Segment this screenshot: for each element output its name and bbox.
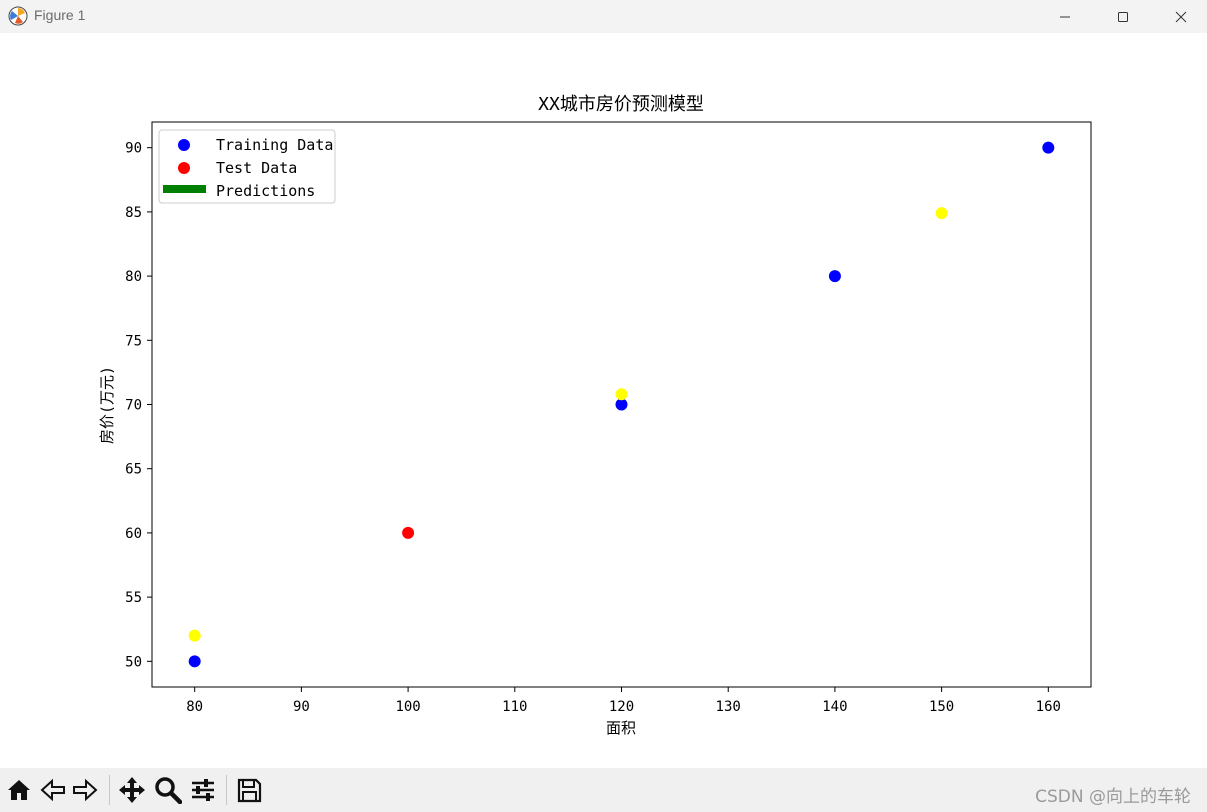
training-data-point xyxy=(615,398,628,411)
maximize-button[interactable] xyxy=(1094,0,1152,33)
configure-subplots-button[interactable] xyxy=(188,775,218,805)
zoom-icon xyxy=(155,777,182,804)
legend-label-test: Test Data xyxy=(216,159,297,177)
forward-button[interactable] xyxy=(70,775,100,805)
toolbar-separator xyxy=(226,775,227,805)
y-tick-label: 60 xyxy=(125,526,142,542)
close-button[interactable] xyxy=(1152,0,1207,33)
forward-icon xyxy=(73,778,98,802)
training-data-point xyxy=(1042,141,1055,154)
y-tick-label: 80 xyxy=(125,269,142,285)
legend-label-training: Training Data xyxy=(216,136,333,154)
pan-button[interactable] xyxy=(117,775,147,805)
data-points xyxy=(188,141,1055,668)
matplotlib-logo-icon xyxy=(8,6,28,26)
x-tick-label: 110 xyxy=(502,699,527,715)
watermark-text: CSDN @向上的车轮 xyxy=(1035,787,1191,807)
home-icon xyxy=(8,780,30,800)
legend-label-predictions: Predictions xyxy=(216,182,315,200)
title-bar: Figure 1 xyxy=(0,0,1207,33)
x-tick-label: 80 xyxy=(186,699,203,715)
prediction-point xyxy=(935,207,948,220)
y-axis-label: 房价(万元) xyxy=(98,366,116,444)
pan-icon xyxy=(119,777,145,803)
x-tick-label: 160 xyxy=(1036,699,1061,715)
minimize-button[interactable] xyxy=(1036,0,1094,33)
x-tick-label: 140 xyxy=(822,699,847,715)
toolbar-separator xyxy=(109,775,110,805)
y-tick-label: 90 xyxy=(125,141,142,157)
legend: Training Data Test Data Predictions xyxy=(158,129,336,204)
y-tick-label: 70 xyxy=(125,398,142,414)
x-tick-label: 150 xyxy=(929,699,954,715)
training-data-point xyxy=(188,655,201,668)
y-axis-ticks: 50 55 60 65 70 75 80 85 90 xyxy=(125,141,152,670)
legend-marker-test xyxy=(178,162,190,174)
y-tick-label: 55 xyxy=(125,590,142,606)
prediction-point xyxy=(188,629,201,642)
navigation-toolbar xyxy=(0,768,1207,812)
chart-title: XX城市房价预测模型 xyxy=(538,94,704,115)
scatter-chart: XX城市房价预测模型 80 90 100 110 120 130 140 150 160 505… xyxy=(98,94,1092,737)
home-button[interactable] xyxy=(4,775,34,805)
maximize-icon xyxy=(1118,11,1128,22)
y-tick-label: 75 xyxy=(125,333,142,349)
x-tick-label: 120 xyxy=(609,699,634,715)
zoom-button[interactable] xyxy=(153,775,183,805)
legend-marker-training xyxy=(178,139,190,151)
x-axis-label: 面积 xyxy=(606,719,636,737)
save-button[interactable] xyxy=(234,775,264,805)
y-tick-label: 85 xyxy=(125,205,142,221)
x-tick-label: 100 xyxy=(395,699,420,715)
x-tick-label: 130 xyxy=(716,699,741,715)
close-icon xyxy=(1175,11,1187,22)
figure-canvas[interactable]: XX城市房价预测模型 80 90 100 110 120 130 140 150 160 50 5… xyxy=(0,33,1207,768)
back-button[interactable] xyxy=(38,775,68,805)
test-data-point xyxy=(402,526,415,539)
configure-icon xyxy=(192,779,214,801)
back-icon xyxy=(40,778,65,802)
minimize-icon xyxy=(1060,16,1070,17)
x-tick-label: 90 xyxy=(293,699,310,715)
x-axis-ticks: 80 90 100 110 120 130 140 150 160 xyxy=(186,687,1061,715)
y-tick-label: 50 xyxy=(125,654,142,670)
save-icon xyxy=(237,778,262,803)
training-data-point xyxy=(828,270,841,283)
y-tick-label: 65 xyxy=(125,462,142,478)
window-title: Figure 1 xyxy=(34,7,86,23)
prediction-point xyxy=(615,388,628,401)
